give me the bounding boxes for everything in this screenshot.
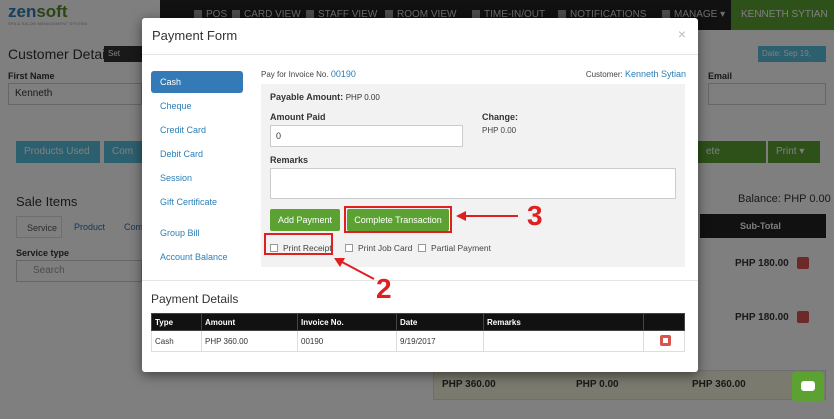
arrow-to-print-receipt [341,261,375,280]
annotation-arrows [334,211,518,280]
step-3-label: 3 [527,200,543,231]
step-2-label: 2 [376,273,392,304]
arrowhead-complete [456,211,466,221]
